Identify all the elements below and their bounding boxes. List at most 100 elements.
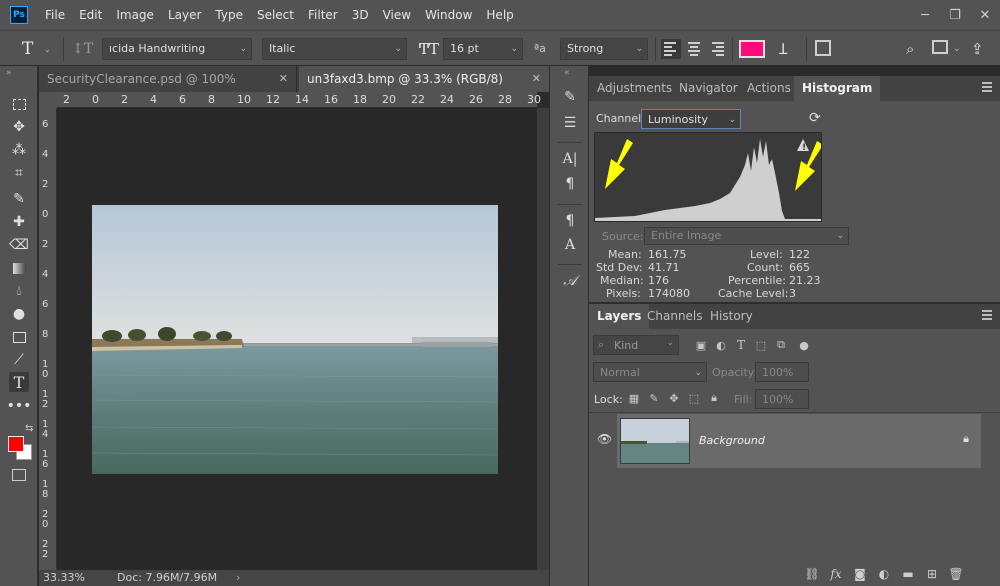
source-dropdown[interactable]: Entire Image ⌄ xyxy=(644,227,849,245)
zoom-level[interactable]: 33.33% xyxy=(43,571,85,584)
tab-actions[interactable]: Actions xyxy=(739,76,799,101)
pixel-filter-icon[interactable]: ▣ xyxy=(693,337,709,353)
tab-channels[interactable]: Channels xyxy=(639,304,711,329)
gradient-tool-icon[interactable] xyxy=(9,258,29,278)
lock-image-icon[interactable]: ✎ xyxy=(646,390,662,406)
brush-settings-icon[interactable]: ☰ xyxy=(561,114,579,132)
link-layers-icon[interactable]: ⛓︎ xyxy=(804,566,820,582)
more-tools-icon[interactable]: ••• xyxy=(7,396,32,416)
paragraph-styles-icon[interactable]: ¶ xyxy=(561,212,579,230)
fill-input[interactable]: 100% xyxy=(755,389,809,409)
marquee-tool-icon[interactable] xyxy=(9,94,29,114)
restore-icon[interactable]: ❐ xyxy=(940,8,970,23)
minimize-icon[interactable]: ─ xyxy=(910,8,940,23)
tab-navigator[interactable]: Navigator xyxy=(671,76,746,101)
vertical-ruler[interactable]: 6 4 2 0 2 4 6 8 1 0 1 2 1 4 1 6 1 8 2 0 2 2 xyxy=(39,108,57,570)
tab-history[interactable]: History xyxy=(702,304,761,329)
channel-dropdown[interactable]: Luminosity ⌄ xyxy=(641,109,741,129)
workspace-chevron-icon[interactable]: ⌄ xyxy=(953,38,961,60)
menu-3d[interactable]: 3D xyxy=(345,8,376,22)
tab-histogram[interactable]: Histogram xyxy=(794,76,881,101)
expand-arrows-icon[interactable]: « xyxy=(564,68,570,78)
layer-mask-icon[interactable]: ◙ xyxy=(852,566,868,582)
font-style-dropdown[interactable]: Italic ⌄ xyxy=(262,38,407,60)
character-icon[interactable]: A| xyxy=(561,150,579,168)
status-arrow-icon[interactable]: › xyxy=(236,571,240,584)
eraser-tool-icon[interactable]: ⌫ xyxy=(9,235,29,255)
character-panel-icon[interactable] xyxy=(815,40,831,56)
move-tool-icon[interactable]: ✥ xyxy=(9,117,29,137)
panel-menu-icon[interactable] xyxy=(982,82,992,92)
dodge-tool-icon[interactable]: ● xyxy=(9,304,29,324)
collapse-arrows-icon[interactable]: » xyxy=(6,68,12,78)
type-filter-icon[interactable]: T xyxy=(733,337,749,353)
new-layer-icon[interactable]: ⊞ xyxy=(924,566,940,582)
layer-name[interactable]: Background xyxy=(699,434,765,447)
paragraph-icon[interactable]: ¶ xyxy=(561,175,579,193)
quick-mask-icon[interactable] xyxy=(12,469,26,481)
menu-type[interactable]: Type xyxy=(208,8,250,22)
menu-filter[interactable]: Filter xyxy=(301,8,345,22)
healing-brush-tool-icon[interactable]: ✚ xyxy=(9,212,29,232)
adjustment-layer-icon[interactable]: ◐ xyxy=(876,566,892,582)
eyedropper-tool-icon[interactable]: ⟋ xyxy=(9,350,29,370)
warp-text-icon[interactable]: Ʇ xyxy=(779,38,787,60)
lock-transparent-icon[interactable]: ▦ xyxy=(626,390,642,406)
crop-tool-icon[interactable]: ⌗ xyxy=(9,163,29,183)
histogram-graph[interactable]: ! xyxy=(594,132,823,222)
menu-help[interactable]: Help xyxy=(479,8,520,22)
menu-select[interactable]: Select xyxy=(250,8,301,22)
close-icon[interactable]: ✕ xyxy=(970,8,1000,23)
brush-tool-icon[interactable]: ✎ xyxy=(9,189,29,209)
anti-alias-dropdown[interactable]: Strong ⌄ xyxy=(560,38,648,60)
filter-toggle-icon[interactable]: ● xyxy=(796,337,812,353)
character-styles-icon[interactable]: A xyxy=(561,236,579,254)
lock-all-icon[interactable]: 🔒︎ xyxy=(706,390,722,406)
text-color-swatch[interactable] xyxy=(739,40,765,58)
lock-position-icon[interactable]: ✥ xyxy=(666,390,682,406)
share-icon[interactable]: ⇪ xyxy=(971,38,984,60)
document-image[interactable] xyxy=(92,205,498,474)
menu-window[interactable]: Window xyxy=(418,8,479,22)
menu-edit[interactable]: Edit xyxy=(72,8,109,22)
menu-view[interactable]: View xyxy=(376,8,418,22)
glyphs-icon[interactable]: 𝒜 xyxy=(561,272,579,290)
new-group-icon[interactable]: ▬ xyxy=(900,566,916,582)
horizontal-ruler[interactable]: 2 0 2 4 6 8 10 12 14 16 18 20 22 24 26 28 30 xyxy=(57,92,541,108)
blur-tool-icon[interactable]: 💧︎ xyxy=(9,281,29,301)
tab-securityclearance[interactable]: SecurityClearance.psd @ 100% (RGB/8#... … xyxy=(39,66,297,112)
menu-file[interactable]: File xyxy=(38,8,72,22)
layer-row-background[interactable]: Background 🔒︎ xyxy=(617,414,981,468)
vertical-scrollbar[interactable] xyxy=(537,108,549,570)
layer-filter-dropdown[interactable]: ⌕ Kind ⌄ xyxy=(593,335,679,355)
lock-artboard-icon[interactable]: ⬚ xyxy=(686,390,702,406)
align-right-icon[interactable] xyxy=(707,39,727,59)
blend-mode-dropdown[interactable]: Normal ⌄ xyxy=(593,362,707,382)
align-left-icon[interactable] xyxy=(661,39,681,59)
visibility-eye-icon[interactable]: 👁︎ xyxy=(597,432,612,446)
opacity-input[interactable]: 100% xyxy=(755,362,809,382)
tab-adjustments[interactable]: Adjustments xyxy=(589,76,680,101)
foreground-color-swatch[interactable] xyxy=(8,436,24,452)
refresh-icon[interactable]: ⟳ xyxy=(809,110,821,126)
adjustment-filter-icon[interactable]: ◐ xyxy=(713,337,729,353)
font-size-dropdown[interactable]: 16 pt ⌄ xyxy=(443,38,523,60)
menu-layer[interactable]: Layer xyxy=(161,8,208,22)
close-tab-icon[interactable]: ✕ xyxy=(279,66,288,92)
delete-layer-icon[interactable]: 🗑︎ xyxy=(948,566,964,582)
brush-panel-icon[interactable]: ✎ xyxy=(561,88,579,106)
search-icon[interactable]: ⌕ xyxy=(906,38,914,60)
shape-tool-icon[interactable] xyxy=(9,327,29,347)
preset-chevron-icon[interactable]: ⌄ xyxy=(44,45,51,67)
layer-style-fx-icon[interactable]: fx xyxy=(828,566,844,582)
align-center-icon[interactable] xyxy=(684,39,704,59)
menu-image[interactable]: Image xyxy=(109,8,161,22)
tab-un3faxd3[interactable]: un3faxd3.bmp @ 33.3% (RGB/8) ✕ xyxy=(299,66,549,92)
font-family-dropdown[interactable]: ıcida Handwriting ⌄ xyxy=(102,38,252,60)
workspace-icon[interactable] xyxy=(932,40,948,54)
magic-wand-tool-icon[interactable]: ⁂ xyxy=(9,140,29,160)
close-tab-icon[interactable]: ✕ xyxy=(532,66,541,92)
panel-menu-icon[interactable] xyxy=(982,310,992,320)
smart-object-filter-icon[interactable]: ⧉ xyxy=(773,337,789,353)
type-tool-icon[interactable]: T xyxy=(9,372,29,392)
